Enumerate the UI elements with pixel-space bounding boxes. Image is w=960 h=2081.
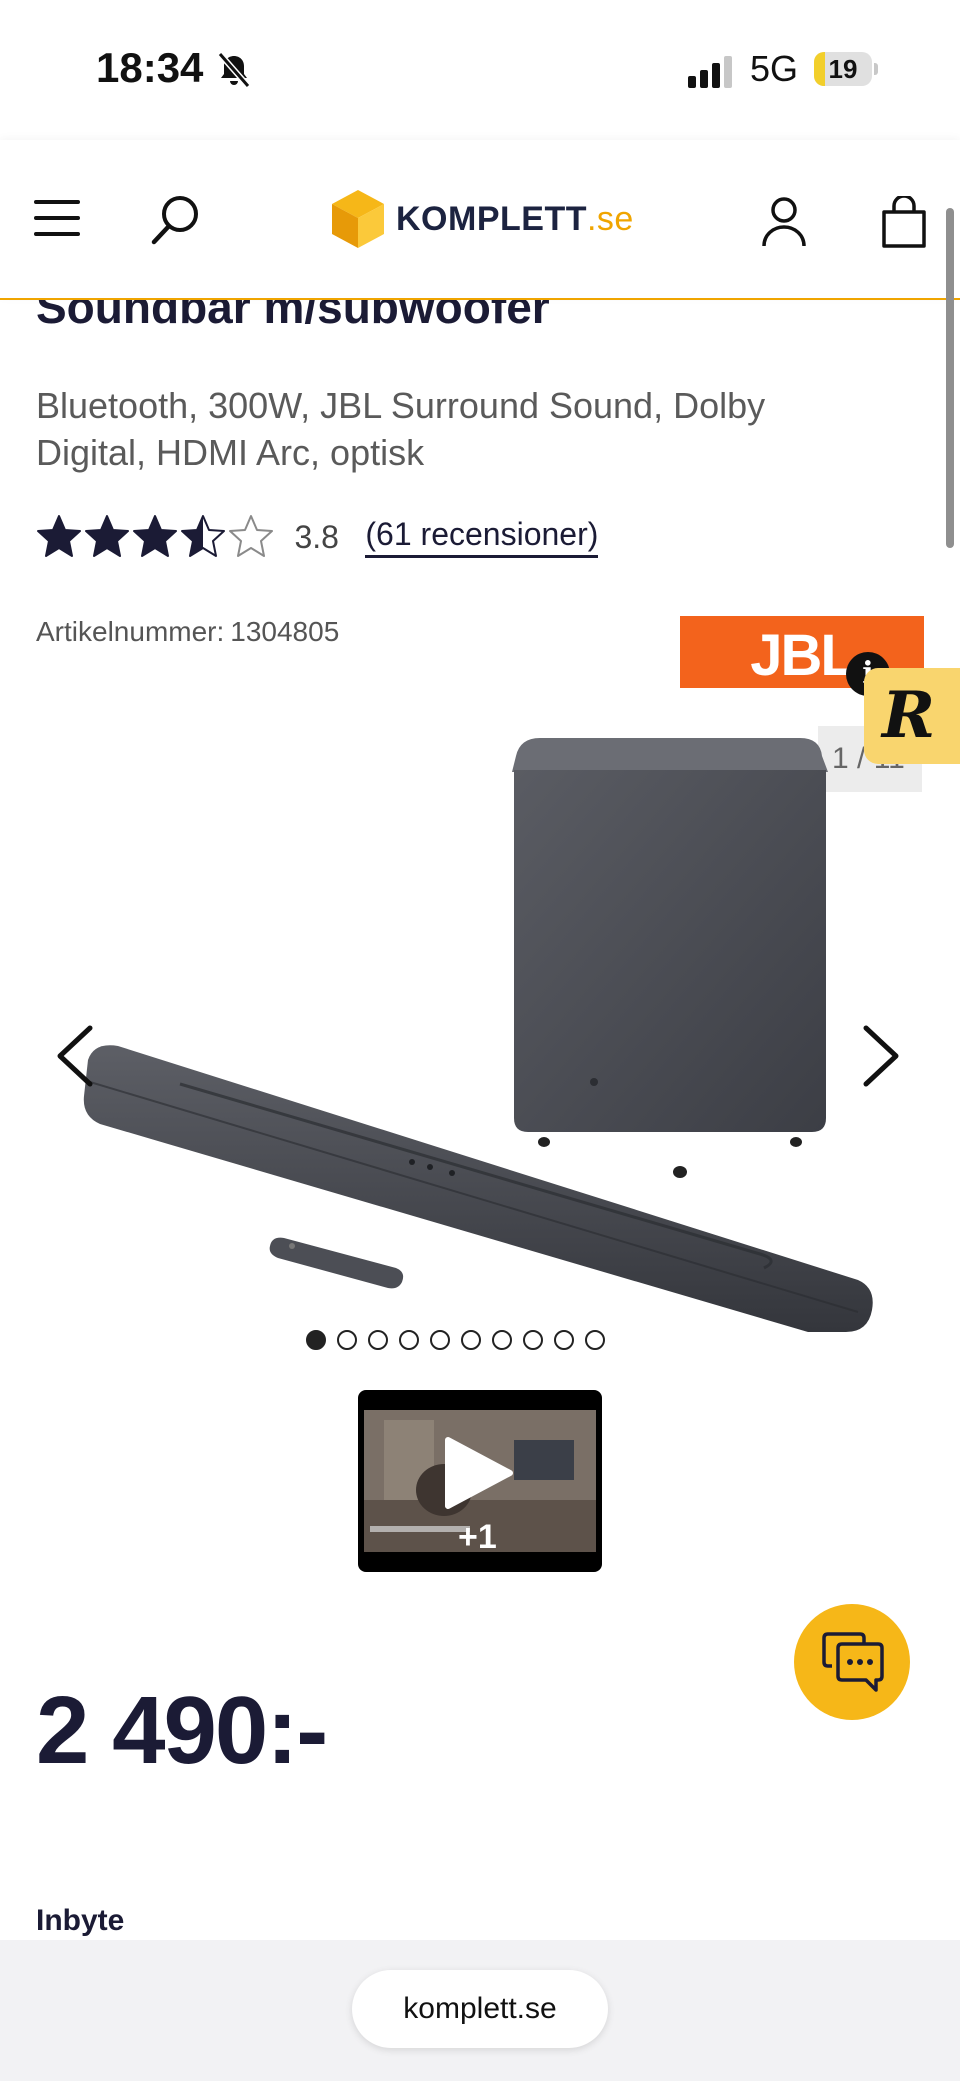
gallery-prev-arrow-icon[interactable] (52, 1024, 102, 1088)
article-number-label: Artikelnummer: (36, 616, 225, 647)
chat-button[interactable] (794, 1604, 910, 1720)
account-icon[interactable] (760, 196, 808, 248)
status-time: 18:34 (96, 44, 204, 91)
logo-cube-icon (332, 190, 384, 248)
signal-icon (688, 56, 732, 88)
gallery-dot[interactable] (430, 1330, 450, 1350)
star-full-icon (133, 515, 177, 557)
gallery-dot[interactable] (337, 1330, 357, 1350)
gallery-dot[interactable] (368, 1330, 388, 1350)
bell-slash-icon (217, 52, 251, 88)
search-icon[interactable] (148, 192, 204, 248)
chat-icon (822, 1632, 884, 1692)
gallery-next-arrow-icon[interactable] (854, 1024, 904, 1088)
star-full-icon (85, 515, 129, 557)
reviews-link[interactable]: (61 recensioner) (365, 516, 599, 558)
gallery-dot[interactable] (585, 1330, 605, 1350)
play-icon (445, 1437, 513, 1509)
cart-icon[interactable] (880, 196, 928, 248)
battery-level: 19 (828, 54, 858, 84)
gallery-dot[interactable] (554, 1330, 574, 1350)
trade-in-heading: Inbyte (36, 1904, 125, 1937)
gallery-dot[interactable] (399, 1330, 419, 1350)
gallery-dot[interactable] (492, 1330, 512, 1350)
video-thumbnail[interactable]: +1 (358, 1390, 602, 1572)
gallery-dots (306, 1330, 666, 1354)
browser-url-pill[interactable]: komplett.se (352, 1970, 608, 2048)
video-more-count: +1 (458, 1518, 497, 1556)
star-empty-icon (229, 515, 273, 557)
star-half-icon (181, 515, 225, 557)
article-number: Artikelnummer: 1304805 (36, 616, 339, 648)
product-price: 2 490:- (36, 1677, 328, 1784)
rating-value: 3.8 (294, 518, 339, 555)
battery-icon: 19 (814, 52, 878, 88)
logo-tld: .se (586, 200, 634, 238)
menu-icon[interactable] (34, 198, 82, 238)
gallery-dot[interactable] (461, 1330, 481, 1350)
logo-name: KOMPLETT (396, 200, 587, 238)
gallery-dot[interactable] (523, 1330, 543, 1350)
site-header: KOMPLETT.se (0, 140, 960, 300)
gallery-dot[interactable] (306, 1330, 326, 1350)
page-scrollbar[interactable] (946, 208, 954, 548)
komplett-logo[interactable]: KOMPLETT.se (330, 188, 633, 250)
rating-stars (36, 515, 276, 557)
rating-row: 3.8 (61 recensioner) (36, 514, 736, 570)
status-bar: 18:34 5G 19 (0, 0, 960, 140)
logo-text: KOMPLETT.se (396, 200, 634, 239)
network-label: 5G (750, 48, 799, 89)
star-full-icon (37, 515, 81, 557)
reco-widget[interactable]: R (864, 668, 960, 764)
article-number-value: 1304805 (230, 616, 340, 647)
product-subtitle: Bluetooth, 300W, JBL Surround Sound, Dol… (36, 385, 766, 473)
reco-letter: R (882, 678, 936, 753)
product-image[interactable] (60, 720, 880, 1380)
